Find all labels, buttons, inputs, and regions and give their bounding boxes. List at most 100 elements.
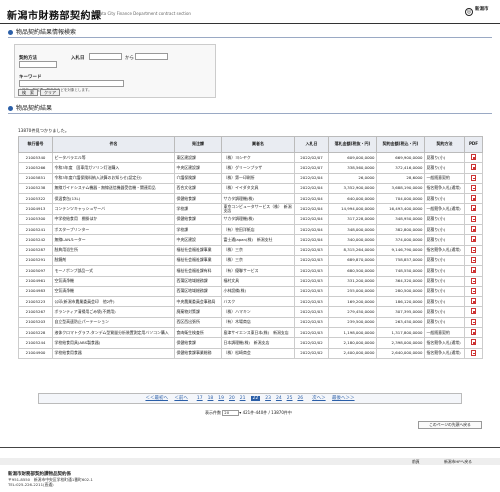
- exec-number: 21005267: [18, 306, 53, 318]
- column-header[interactable]: 発注課: [174, 136, 222, 153]
- pdf-icon[interactable]: [471, 329, 476, 336]
- column-header[interactable]: 入札日: [294, 136, 329, 153]
- pdf-cell: [464, 285, 483, 298]
- column-header[interactable]: 件名: [52, 136, 175, 153]
- exec-number: 21005300: [18, 213, 53, 226]
- pdf-icon[interactable]: [471, 287, 476, 294]
- contract-amount: 669,900,0000: [376, 151, 425, 164]
- item-name[interactable]: 肢典用浴生所: [52, 244, 175, 256]
- item-name[interactable]: ポスタープリンター: [52, 224, 175, 236]
- pdf-cell: [464, 203, 483, 215]
- item-name[interactable]: 学校給食用食器: [52, 347, 175, 359]
- results-section: 物品契約結果: [8, 104, 492, 114]
- column-header[interactable]: 業者名: [221, 136, 295, 153]
- contract-method: 見積り(小): [424, 162, 465, 174]
- column-header[interactable]: 契約金額(税込・円): [376, 136, 425, 153]
- item-name[interactable]: 自立型高速防止パーテーション: [52, 316, 175, 329]
- pager-next-link[interactable]: 次へ＞: [312, 396, 326, 401]
- bid-date: 2022/02/04: [294, 234, 329, 246]
- pdf-icon[interactable]: [471, 184, 476, 191]
- exec-number: 21004913: [18, 203, 53, 215]
- pdf-icon[interactable]: [471, 267, 476, 274]
- item-name[interactable]: 空気清浄機: [52, 285, 175, 298]
- item-name[interactable]: 学校給食用具(ABS製食器): [52, 337, 175, 349]
- pdf-icon[interactable]: [471, 174, 476, 181]
- contract-method-select[interactable]: [19, 61, 57, 68]
- item-name[interactable]: 無線ガイドシステム機器・無線送信機器受信機・関連用品: [52, 182, 175, 195]
- pdf-icon[interactable]: [471, 318, 476, 325]
- keyword-input[interactable]: [19, 80, 124, 87]
- pdf-icon[interactable]: [471, 308, 476, 315]
- pager-page-20[interactable]: 20: [229, 396, 235, 401]
- date-from-input[interactable]: [89, 53, 122, 60]
- search-button[interactable]: 検 索: [18, 89, 38, 96]
- item-name[interactable]: 令和3年度 固車用ガソリン灯油購入: [52, 162, 175, 174]
- pager-first-link[interactable]: ＜＜最初へ: [145, 396, 168, 401]
- contract-method: 指名競争入札(通常): [424, 337, 465, 349]
- column-header[interactable]: 契約方法: [424, 136, 465, 153]
- item-name[interactable]: 令和3年度介護保険料納入決算のお知らせ(認定分): [52, 172, 175, 184]
- pager-last-link[interactable]: 最後へ＞＞: [332, 396, 355, 401]
- pdf-icon[interactable]: [471, 195, 476, 202]
- table-row: 21005097 モーノポンプ部品一式 福祉社会福祉課有料 （有）優聯サービス 2022…: [18, 265, 483, 277]
- table-row: 21005266 令和3年度 固車用ガソリン灯油購入 中央区建設課 （株）グリーンプラ…: [18, 162, 483, 174]
- pager-page-21[interactable]: 21: [240, 396, 246, 401]
- item-name[interactable]: ボランティア清掃用ごみ袋(不燃用): [52, 306, 175, 318]
- city-logo[interactable]: ◎ 新潟市: [465, 4, 495, 22]
- column-header[interactable]: 落札金額(税抜・円): [328, 136, 377, 153]
- pdf-icon[interactable]: [471, 277, 476, 284]
- item-name[interactable]: コンテンツキャッシュサーバ: [52, 203, 175, 215]
- pager-page-24[interactable]: 24: [276, 396, 282, 401]
- exec-number: 21005097: [18, 265, 53, 277]
- footer-city-hp-link[interactable]: 新潟市HPへ戻る: [444, 459, 472, 465]
- pager-page-22[interactable]: 22: [250, 396, 261, 401]
- pager-page-23[interactable]: 23: [265, 396, 271, 401]
- item-name[interactable]: 中学校給食用 棚掛ほか: [52, 213, 175, 226]
- item-name[interactable]: 無線LANルーター: [52, 234, 175, 246]
- contract-method: 見積り(小): [424, 234, 465, 246]
- pdf-icon[interactable]: [471, 256, 476, 263]
- pager-page-25[interactable]: 25: [287, 396, 293, 401]
- contract-amount: 2,640,000,0000: [376, 347, 425, 359]
- pdf-icon[interactable]: [471, 246, 476, 253]
- table-row: 21005238 無線ガイドシステム機器・無線送信機器受信機・関連用品 西合文化課（…: [18, 182, 483, 195]
- pager-page-18[interactable]: 18: [208, 396, 214, 401]
- item-name[interactable]: ピータバラエル等: [52, 151, 175, 164]
- pdf-icon[interactable]: [471, 226, 476, 233]
- item-name[interactable]: 保温食缶(13L): [52, 193, 175, 205]
- vendor-name: （株）イイダタ文具: [221, 182, 295, 195]
- contract-amount: 307,395,0000: [376, 306, 425, 318]
- clear-button[interactable]: クリア: [40, 89, 60, 96]
- pdf-icon[interactable]: [471, 298, 476, 305]
- pdf-icon[interactable]: [471, 164, 476, 171]
- award-amount: 2,180,000,0000: [328, 337, 377, 349]
- pdf-cell: [464, 224, 483, 236]
- bid-date: 2022/02/03: [294, 265, 329, 277]
- back-to-top-link[interactable]: このページの先頭へ戻る: [418, 421, 482, 429]
- pdf-icon[interactable]: [471, 215, 476, 222]
- exec-number: 21005238: [18, 182, 53, 195]
- pager-page-19[interactable]: 19: [218, 396, 224, 401]
- pdf-icon[interactable]: [471, 154, 476, 160]
- item-name[interactable]: 公印(新潟市農業委員会印 他2件): [52, 296, 175, 308]
- item-name[interactable]: 液体クロマトグラフ-タンデム型質量分析装置測定用バソコン購入: [52, 327, 175, 339]
- pager-page-26[interactable]: 26: [297, 396, 303, 401]
- pdf-icon[interactable]: [471, 339, 476, 346]
- pdf-cell: [464, 234, 483, 246]
- pdf-icon[interactable]: [471, 349, 476, 356]
- pager-prev-link[interactable]: ＜前へ: [174, 396, 188, 401]
- pdf-icon[interactable]: [471, 205, 476, 212]
- item-name[interactable]: 空気清浄機: [52, 275, 175, 287]
- table-row: 21004961 空気清浄機 西蒲区地域総務課 福村文具 2022/02/03 331,2…: [18, 275, 483, 287]
- contract-amount: 16,493,400,0000: [376, 203, 425, 215]
- pdf-icon[interactable]: [471, 236, 476, 243]
- item-name[interactable]: モーノポンプ部品一式: [52, 265, 175, 277]
- pager-page-17[interactable]: 17: [197, 396, 203, 401]
- date-to-input[interactable]: [135, 53, 168, 60]
- ordering-dept: 学校課: [174, 224, 222, 236]
- column-header[interactable]: 執行番号: [18, 136, 53, 153]
- contract-method: 見積り(小): [424, 213, 465, 226]
- footer-prev-page-link[interactable]: 前頁: [412, 459, 420, 465]
- display-count-select[interactable]: 20: [222, 410, 240, 416]
- item-name[interactable]: 肢鏡剤: [52, 254, 175, 267]
